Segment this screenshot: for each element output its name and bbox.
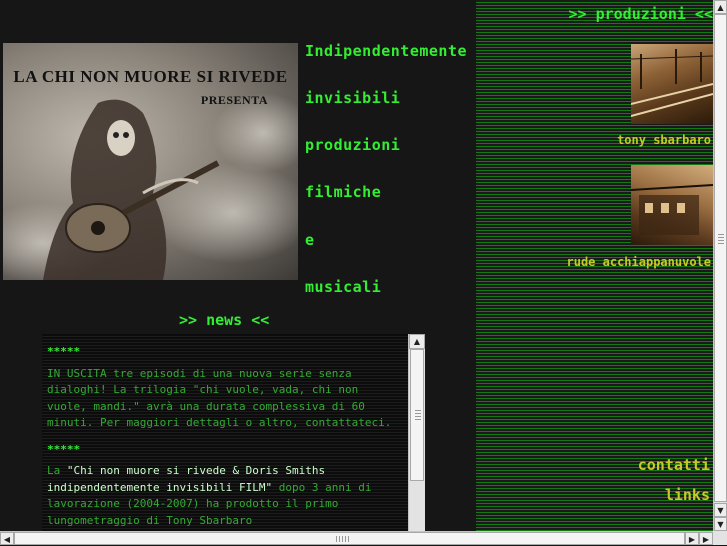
- tagline-line: Indipendentemente: [305, 42, 468, 60]
- scroll-up-icon[interactable]: ▲: [409, 334, 425, 349]
- scroll-down-icon[interactable]: ▼: [714, 517, 727, 531]
- scroll-right-icon[interactable]: ▶: [685, 532, 699, 545]
- scroll-down-icon[interactable]: ▼: [714, 503, 727, 517]
- news-heading: >> news <<: [179, 311, 270, 329]
- news-box[interactable]: ***** IN USCITA tre episodi di una nuova…: [42, 334, 408, 531]
- news-stars: *****: [47, 345, 81, 358]
- scroll-corner: [713, 531, 727, 545]
- news-item-text: La "Chi non muore si rivede & Doris Smit…: [47, 463, 402, 529]
- grip-icon: [336, 536, 350, 542]
- scroll-up-icon[interactable]: ▲: [714, 0, 727, 14]
- grip-icon: [718, 234, 724, 244]
- produzioni-heading: >> produzioni <<: [568, 5, 714, 23]
- train-photo-icon[interactable]: [631, 44, 713, 124]
- grip-icon: [415, 410, 421, 420]
- tagline-line: invisibili: [305, 89, 401, 107]
- window-horizontal-scrollbar[interactable]: ◀ ▶ ▶: [0, 531, 713, 545]
- tagline-line: produzioni: [305, 136, 401, 154]
- window-scroll-thumb[interactable]: [714, 14, 727, 502]
- scroll-left-icon[interactable]: ◀: [0, 532, 14, 545]
- links-link[interactable]: links: [665, 486, 710, 504]
- news-stars: *****: [47, 442, 81, 456]
- tagline-line: filmiche: [305, 183, 382, 201]
- poster-subtitle: PRESENTA: [200, 93, 268, 107]
- produzione-tony-sbarbaro[interactable]: tony sbarbaro: [617, 133, 711, 147]
- news-scrollbar[interactable]: ▲: [408, 334, 425, 531]
- news-text-pre: La: [47, 464, 67, 477]
- news-item-text: IN USCITA tre episodi di una nuova serie…: [47, 366, 392, 430]
- building-photo-icon[interactable]: [631, 165, 713, 245]
- poster-title: LA CHI NON MUORE SI RIVEDE: [13, 67, 288, 86]
- produzione-rude-acchiappanuvole[interactable]: rude acchiappanuvole: [567, 255, 712, 269]
- window-vertical-scrollbar[interactable]: ▲ ▼ ▼: [713, 0, 727, 531]
- scroll-right-icon[interactable]: ▶: [699, 532, 713, 545]
- produzioni-panel: >> produzioni << tony sbarbaro rude acch…: [476, 0, 713, 531]
- window-hscroll-thumb[interactable]: [14, 532, 685, 545]
- left-panel: LA CHI NON MUORE SI RIVEDE PRESENTA Indi…: [0, 0, 476, 531]
- contatti-link[interactable]: contatti: [638, 456, 710, 474]
- tagline-line: e: [305, 231, 315, 249]
- tagline-line: musicali: [305, 278, 382, 296]
- poster-image: LA CHI NON MUORE SI RIVEDE PRESENTA: [3, 43, 298, 280]
- news-scroll-thumb[interactable]: [410, 349, 424, 481]
